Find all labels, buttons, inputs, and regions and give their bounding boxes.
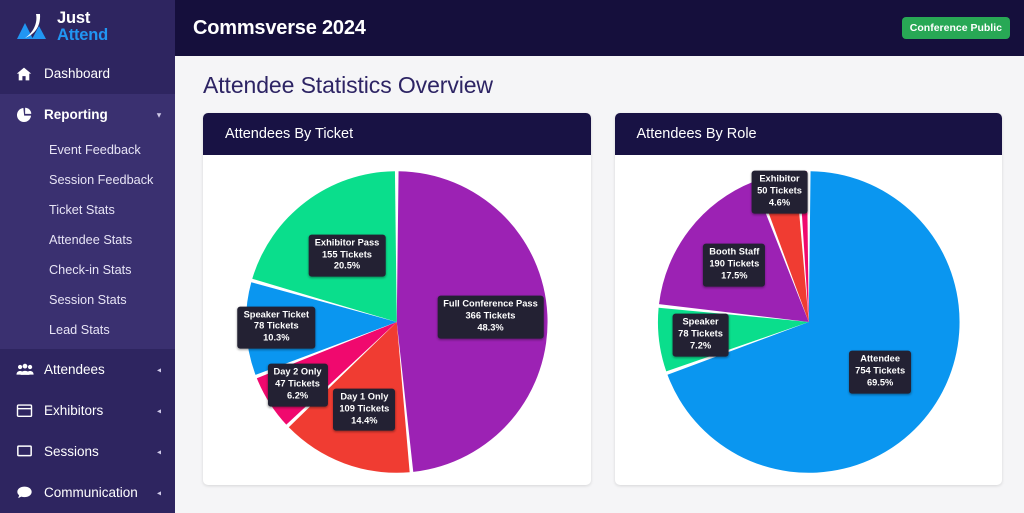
sidebar-item-communication[interactable]: Communication ◂ xyxy=(0,472,175,513)
sidebar-submenu-reporting: Event Feedback Session Feedback Ticket S… xyxy=(0,135,175,349)
pie-slice-label: Day 2 Only 47 Tickets 6.2% xyxy=(267,363,328,407)
logo-line-1: Just xyxy=(57,8,91,27)
chevron-down-icon[interactable]: ▾ xyxy=(157,110,161,119)
topbar: Commsverse 2024 Conference Public xyxy=(175,0,1024,56)
pie-label-count: 366 Tickets xyxy=(465,310,516,321)
pie-chart-icon xyxy=(16,107,38,123)
sidebar-subitem-session-feedback[interactable]: Session Feedback xyxy=(0,165,175,195)
pie-slice-label: Full Conference Pass 366 Tickets 48.3% xyxy=(437,296,544,339)
card-title: Attendees By Role xyxy=(614,113,1002,155)
sidebar-subitem-attendee-stats[interactable]: Attendee Stats xyxy=(0,225,175,255)
pie-label-name: Speaker Ticket xyxy=(243,309,310,320)
pie-chart-attendees-by-ticket[interactable]: Full Conference Pass 366 Tickets 48.3% Day … xyxy=(203,155,591,485)
chat-icon xyxy=(16,485,38,500)
card-attendees-by-ticket: Attendees By Ticket Full Conference Pass… xyxy=(203,113,591,485)
sidebar-subitem-label: Ticket Stats xyxy=(49,203,115,217)
pie-label-count: 155 Tickets xyxy=(322,249,372,260)
chevron-left-icon[interactable]: ◂ xyxy=(157,365,161,374)
users-icon xyxy=(16,363,38,377)
sidebar-item-label: Reporting xyxy=(44,107,108,122)
just-attend-logo-icon xyxy=(14,11,48,43)
pie-label-percent: 20.5% xyxy=(333,261,361,272)
logo-wordmark: Just Attend xyxy=(57,8,109,44)
pie-label-percent: 69.5% xyxy=(866,377,894,388)
chevron-left-icon[interactable]: ◂ xyxy=(157,447,161,456)
pie-label-percent: 48.3% xyxy=(477,322,504,333)
pie-slice-label: Attendee 754 Tickets 69.5% xyxy=(849,351,912,394)
event-title: Commsverse 2024 xyxy=(193,16,366,39)
booth-icon xyxy=(16,403,38,418)
sidebar-item-label: Exhibitors xyxy=(44,403,104,418)
sidebar-subitem-event-feedback[interactable]: Event Feedback xyxy=(0,135,175,165)
pie-label-name: Day 2 Only xyxy=(273,366,322,377)
logo-line-2: Attend xyxy=(57,25,109,44)
sidebar-item-label: Communication xyxy=(44,485,138,500)
pie-slice-label: Exhibitor 50 Tickets 4.6% xyxy=(751,170,808,214)
card-attendees-by-role: Attendees By Role Attendee 754 Tickets 69.… xyxy=(614,113,1003,485)
sidebar-subitem-label: Session Feedback xyxy=(49,173,154,187)
sidebar-item-dashboard[interactable]: Dashboard xyxy=(0,53,175,94)
pie-label-count: 78 Tickets xyxy=(678,328,723,339)
pie-label-name: Speaker xyxy=(682,316,719,327)
sidebar-item-exhibitors[interactable]: Exhibitors ◂ xyxy=(0,390,175,431)
sidebar-item-label: Sessions xyxy=(44,444,99,459)
pie-label-percent: 4.6% xyxy=(768,197,791,208)
pie-chart-canvas[interactable]: Attendee 754 Tickets 69.5% Speaker 78 Ticket… xyxy=(615,155,1003,485)
pie-slice-label: Day 1 Only 109 Tickets 14.4% xyxy=(333,388,396,432)
sidebar-subitem-checkin-stats[interactable]: Check-in Stats xyxy=(0,255,175,285)
sidebar-subitem-label: Check-in Stats xyxy=(49,263,132,277)
sidebar-item-label: Dashboard xyxy=(44,66,111,81)
charts-row: Attendees By Ticket Full Conference Pass… xyxy=(203,113,1002,485)
sidebar-nav: Dashboard Reporting ▾ Event Feedback Ses… xyxy=(0,53,175,513)
content-area: Attendee Statistics Overview Attendees B… xyxy=(175,56,1024,513)
sidebar-item-sessions[interactable]: Sessions ◂ xyxy=(0,431,175,472)
pie-label-percent: 6.2% xyxy=(286,390,309,401)
sidebar-subitem-ticket-stats[interactable]: Ticket Stats xyxy=(0,195,175,225)
pie-label-percent: 14.4% xyxy=(351,415,378,426)
pie-slice-label: Speaker 78 Tickets 7.2% xyxy=(672,313,729,357)
pie-label-count: 47 Tickets xyxy=(275,378,320,389)
sidebar-subitem-label: Attendee Stats xyxy=(49,233,133,247)
chevron-left-icon[interactable]: ◂ xyxy=(157,406,161,415)
presentation-icon xyxy=(16,444,38,459)
pie-label-percent: 17.5% xyxy=(721,270,748,281)
sidebar-subitem-label: Event Feedback xyxy=(49,143,141,157)
sidebar-subitem-label: Session Stats xyxy=(49,293,127,307)
pie-label-count: 754 Tickets xyxy=(855,365,906,376)
sidebar-item-label: Attendees xyxy=(44,362,105,377)
pie-label-count: 50 Tickets xyxy=(757,185,802,196)
pie-label-count: 78 Tickets xyxy=(253,321,299,332)
sidebar-logo[interactable]: Just Attend xyxy=(0,0,175,53)
pie-chart-attendees-by-role[interactable]: Attendee 754 Tickets 69.5% Speaker 78 Ticket… xyxy=(615,155,1003,485)
pie-label-count: 109 Tickets xyxy=(339,403,390,414)
page-title: Attendee Statistics Overview xyxy=(203,72,493,98)
pie-label-name: Attendee xyxy=(860,354,901,365)
pie-label-count: 190 Tickets xyxy=(709,258,760,269)
pie-label-name: Day 1 Only xyxy=(340,391,389,402)
pie-label-name: Exhibitor xyxy=(759,173,800,184)
sidebar-subitem-lead-stats[interactable]: Lead Stats xyxy=(0,315,175,345)
chevron-left-icon[interactable]: ◂ xyxy=(157,488,161,497)
pie-slice-label: Exhibitor Pass 155 Tickets 20.5% xyxy=(308,234,386,278)
app-root: Just Attend Dashboard Reporting ▾ Event … xyxy=(0,0,1024,513)
pie-slice-label: Booth Staff 190 Tickets 17.5% xyxy=(703,243,766,287)
card-title: Attendees By Ticket xyxy=(203,113,591,155)
sidebar: Just Attend Dashboard Reporting ▾ Event … xyxy=(0,0,175,513)
pie-label-name: Booth Staff xyxy=(709,246,760,257)
pie-label-name: Full Conference Pass xyxy=(443,299,538,310)
sidebar-subitem-session-stats[interactable]: Session Stats xyxy=(0,285,175,315)
status-badge: Conference Public xyxy=(901,17,1010,39)
sidebar-subitem-label: Lead Stats xyxy=(49,323,110,337)
pie-slice-label: Speaker Ticket 78 Tickets 10.3% xyxy=(237,306,316,349)
main-area: Commsverse 2024 Conference Public Attend… xyxy=(175,0,1024,513)
sidebar-item-reporting[interactable]: Reporting ▾ xyxy=(0,94,175,135)
pie-label-percent: 7.2% xyxy=(689,340,712,351)
pie-label-percent: 10.3% xyxy=(263,332,290,343)
home-icon xyxy=(16,66,38,82)
pie-label-name: Exhibitor Pass xyxy=(314,237,380,248)
pie-chart-canvas[interactable]: Full Conference Pass 366 Tickets 48.3% Day … xyxy=(203,155,591,485)
sidebar-item-attendees[interactable]: Attendees ◂ xyxy=(0,349,175,390)
